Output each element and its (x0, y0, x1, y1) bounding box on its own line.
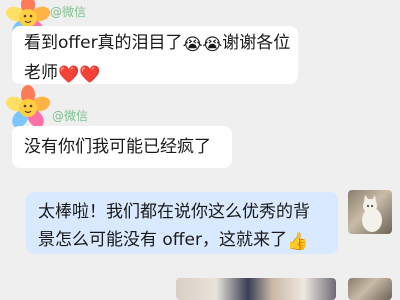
source-tag: @微信 (52, 109, 89, 123)
image-message[interactable] (176, 278, 336, 300)
cat-avatar-icon[interactable] (348, 190, 392, 234)
message-text: 景怎么可能没有 offer，这就来了 (38, 230, 287, 250)
heart-emoji-icon: ❤️❤️ (58, 65, 101, 85)
thumbs-up-emoji-icon: 👍 (286, 232, 309, 252)
message-bubble[interactable]: 没有你们我可能已经疯了 (12, 126, 232, 168)
message-line: 景怎么可能没有 offer，这就来了👍 (38, 226, 330, 256)
message-bubble[interactable]: 看到offer真的泪目了😭😭谢谢各位 老师❤️❤️ (12, 26, 298, 85)
flower-avatar-icon[interactable] (4, 84, 52, 132)
cat-avatar-icon[interactable] (348, 278, 392, 300)
message-line: 太棒啦！我们都在说你这么优秀的背 (38, 202, 310, 222)
message-bubble[interactable]: 太棒啦！我们都在说你这么优秀的背 景怎么可能没有 offer，这就来了👍 (26, 192, 338, 254)
source-tag: @微信 (50, 5, 87, 19)
message-line: 看到offer真的泪目了😭😭谢谢各位 (24, 29, 291, 59)
message-text: 没有你们我可能已经疯了 (24, 137, 211, 157)
message-text: 谢谢各位 (222, 33, 291, 53)
message-text: 老师 (24, 63, 58, 83)
message-text: 看到offer真的泪目了 (24, 33, 183, 53)
cat-photo-icon (362, 195, 382, 232)
crying-emoji-icon: 😭😭 (182, 35, 223, 55)
message-line: 老师❤️❤️ (24, 59, 288, 89)
